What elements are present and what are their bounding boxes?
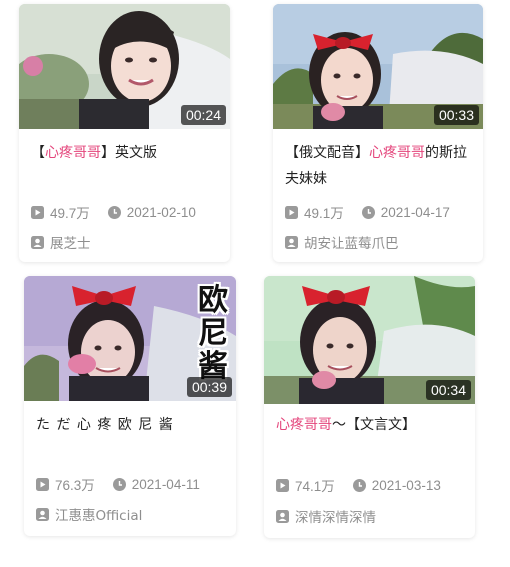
video-thumbnail[interactable]: 00:34 (264, 276, 475, 404)
video-title[interactable]: 【心疼哥哥】英文版 (31, 140, 220, 166)
video-card[interactable]: 00:33 【俄文配音】心疼哥哥的斯拉夫妹妹 49.1万 2021-04-17 … (273, 4, 483, 262)
title-highlight: 心疼哥哥 (45, 145, 101, 161)
upload-date-value: 2021-02-10 (126, 204, 196, 220)
title-text: 【 (31, 145, 45, 161)
uploader[interactable]: 深情深情深情 (276, 506, 469, 526)
play-count-value: 49.7万 (50, 206, 90, 221)
title-text: 【俄文配音】 (285, 145, 369, 161)
clock-icon (361, 205, 375, 219)
uploader-name: 深情深情深情 (295, 510, 376, 526)
video-title[interactable]: 心疼哥哥～【文言文】 (276, 412, 465, 438)
video-stats: 49.1万 2021-04-17 (285, 202, 477, 222)
play-count-value: 74.1万 (295, 479, 335, 494)
play-count: 74.1万 (276, 475, 335, 495)
play-count-icon (285, 205, 298, 219)
video-stats: 76.3万 2021-04-11 (36, 474, 230, 494)
caption-char: 欧 (198, 283, 228, 318)
upload-date-value: 2021-04-17 (380, 204, 450, 220)
uploader[interactable]: 江惠惠Official (36, 504, 230, 524)
play-count-icon (31, 205, 44, 219)
uploader-icon (276, 509, 289, 523)
video-thumbnail[interactable]: 00:33 (273, 4, 483, 129)
title-text: 】英文版 (101, 145, 157, 161)
play-count: 49.7万 (31, 202, 90, 222)
title-text: た だ 心 疼 欧 尼 酱 (36, 417, 174, 433)
video-duration: 00:34 (425, 380, 471, 400)
video-thumbnail[interactable]: 00:24 (19, 4, 230, 129)
play-count: 49.1万 (285, 202, 344, 222)
title-highlight: 心疼哥哥 (369, 145, 425, 161)
video-card[interactable]: 00:34 心疼哥哥～【文言文】 74.1万 2021-03-13 深情深情深情 (264, 276, 475, 538)
uploader-name: 江惠惠Official (55, 508, 143, 524)
video-card[interactable]: 欧 尼 酱 00:39 た だ 心 疼 欧 尼 酱 76.3万 2021-04-… (24, 276, 236, 536)
uploader-icon (31, 235, 44, 249)
video-card[interactable]: 00:24 【心疼哥哥】英文版 49.7万 2021-02-10 展芝士 (19, 4, 230, 262)
play-count-icon (276, 478, 289, 492)
video-stats: 49.7万 2021-02-10 (31, 202, 224, 222)
video-duration: 00:39 (186, 377, 232, 397)
upload-date-value: 2021-04-11 (131, 476, 200, 492)
video-title[interactable]: た だ 心 疼 欧 尼 酱 (36, 412, 226, 438)
title-highlight: 心疼哥哥 (276, 417, 332, 433)
thumbnail-caption: 欧 尼 酱 (198, 284, 228, 383)
video-duration: 00:24 (180, 105, 226, 125)
upload-date: 2021-04-11 (112, 476, 200, 492)
play-count-value: 49.1万 (304, 206, 344, 221)
upload-date-value: 2021-03-13 (371, 477, 441, 493)
clock-icon (112, 477, 126, 491)
play-count: 76.3万 (36, 474, 95, 494)
uploader[interactable]: 胡安让蓝莓爪巴 (285, 232, 477, 252)
caption-char: 尼 (198, 316, 228, 351)
clock-icon (352, 478, 366, 492)
uploader-name: 展芝士 (50, 236, 91, 252)
video-stats: 74.1万 2021-03-13 (276, 475, 469, 495)
upload-date: 2021-02-10 (107, 204, 196, 220)
uploader-icon (36, 507, 49, 521)
uploader-name: 胡安让蓝莓爪巴 (304, 236, 399, 252)
title-text: ～【文言文】 (332, 417, 416, 433)
video-duration: 00:33 (433, 105, 479, 125)
upload-date: 2021-03-13 (352, 477, 441, 493)
uploader[interactable]: 展芝士 (31, 232, 224, 252)
video-thumbnail[interactable]: 欧 尼 酱 00:39 (24, 276, 236, 401)
upload-date: 2021-04-17 (361, 204, 450, 220)
play-count-icon (36, 477, 49, 491)
clock-icon (107, 205, 121, 219)
play-count-value: 76.3万 (55, 478, 95, 493)
uploader-icon (285, 235, 298, 249)
video-title[interactable]: 【俄文配音】心疼哥哥的斯拉夫妹妹 (285, 140, 473, 192)
